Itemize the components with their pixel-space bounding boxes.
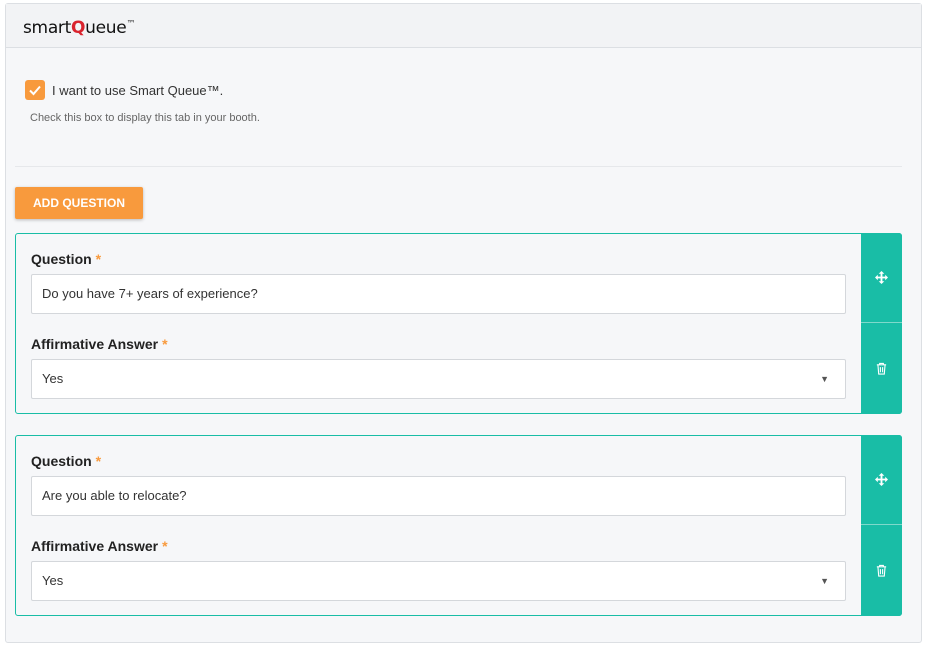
question-label: Question * [31, 251, 102, 267]
use-smart-queue-label[interactable]: I want to use Smart Queue™. [52, 83, 223, 98]
smartqueue-logo: smartQueue™ [23, 18, 136, 38]
affirmative-answer-label: Affirmative Answer * [31, 538, 168, 554]
question-label: Question * [31, 453, 102, 469]
affirmative-answer-select[interactable]: Yes ▼ [31, 359, 846, 399]
caret-down-icon: ▼ [820, 374, 829, 384]
delete-question-button[interactable] [861, 525, 902, 615]
affirmative-answer-select[interactable]: Yes ▼ [31, 561, 846, 601]
check-icon [29, 85, 41, 96]
question-actions [861, 233, 902, 414]
question-card: Question * Are you able to relocate? Affi… [15, 435, 902, 616]
caret-down-icon: ▼ [820, 576, 829, 586]
affirmative-answer-value: Yes [42, 371, 64, 386]
panel-header: smartQueue™ [6, 4, 921, 48]
affirmative-answer-label: Affirmative Answer * [31, 336, 168, 352]
trash-icon [876, 362, 887, 375]
affirmative-answer-value: Yes [42, 573, 64, 588]
question-input[interactable]: Do you have 7+ years of experience? [31, 274, 846, 314]
option-help-text: Check this box to display this tab in yo… [30, 112, 260, 124]
move-question-button[interactable] [861, 435, 902, 525]
delete-question-button[interactable] [861, 323, 902, 413]
question-input[interactable]: Are you able to relocate? [31, 476, 846, 516]
use-smart-queue-option[interactable]: I want to use Smart Queue™. [25, 80, 223, 100]
move-arrows-icon [875, 473, 888, 486]
add-question-button[interactable]: ADD QUESTION [15, 187, 143, 219]
question-actions [861, 435, 902, 616]
divider [15, 166, 902, 167]
move-arrows-icon [875, 271, 888, 284]
move-question-button[interactable] [861, 233, 902, 323]
use-smart-queue-checkbox[interactable] [25, 80, 45, 100]
trash-icon [876, 564, 887, 577]
question-card: Question * Do you have 7+ years of experi… [15, 233, 902, 414]
